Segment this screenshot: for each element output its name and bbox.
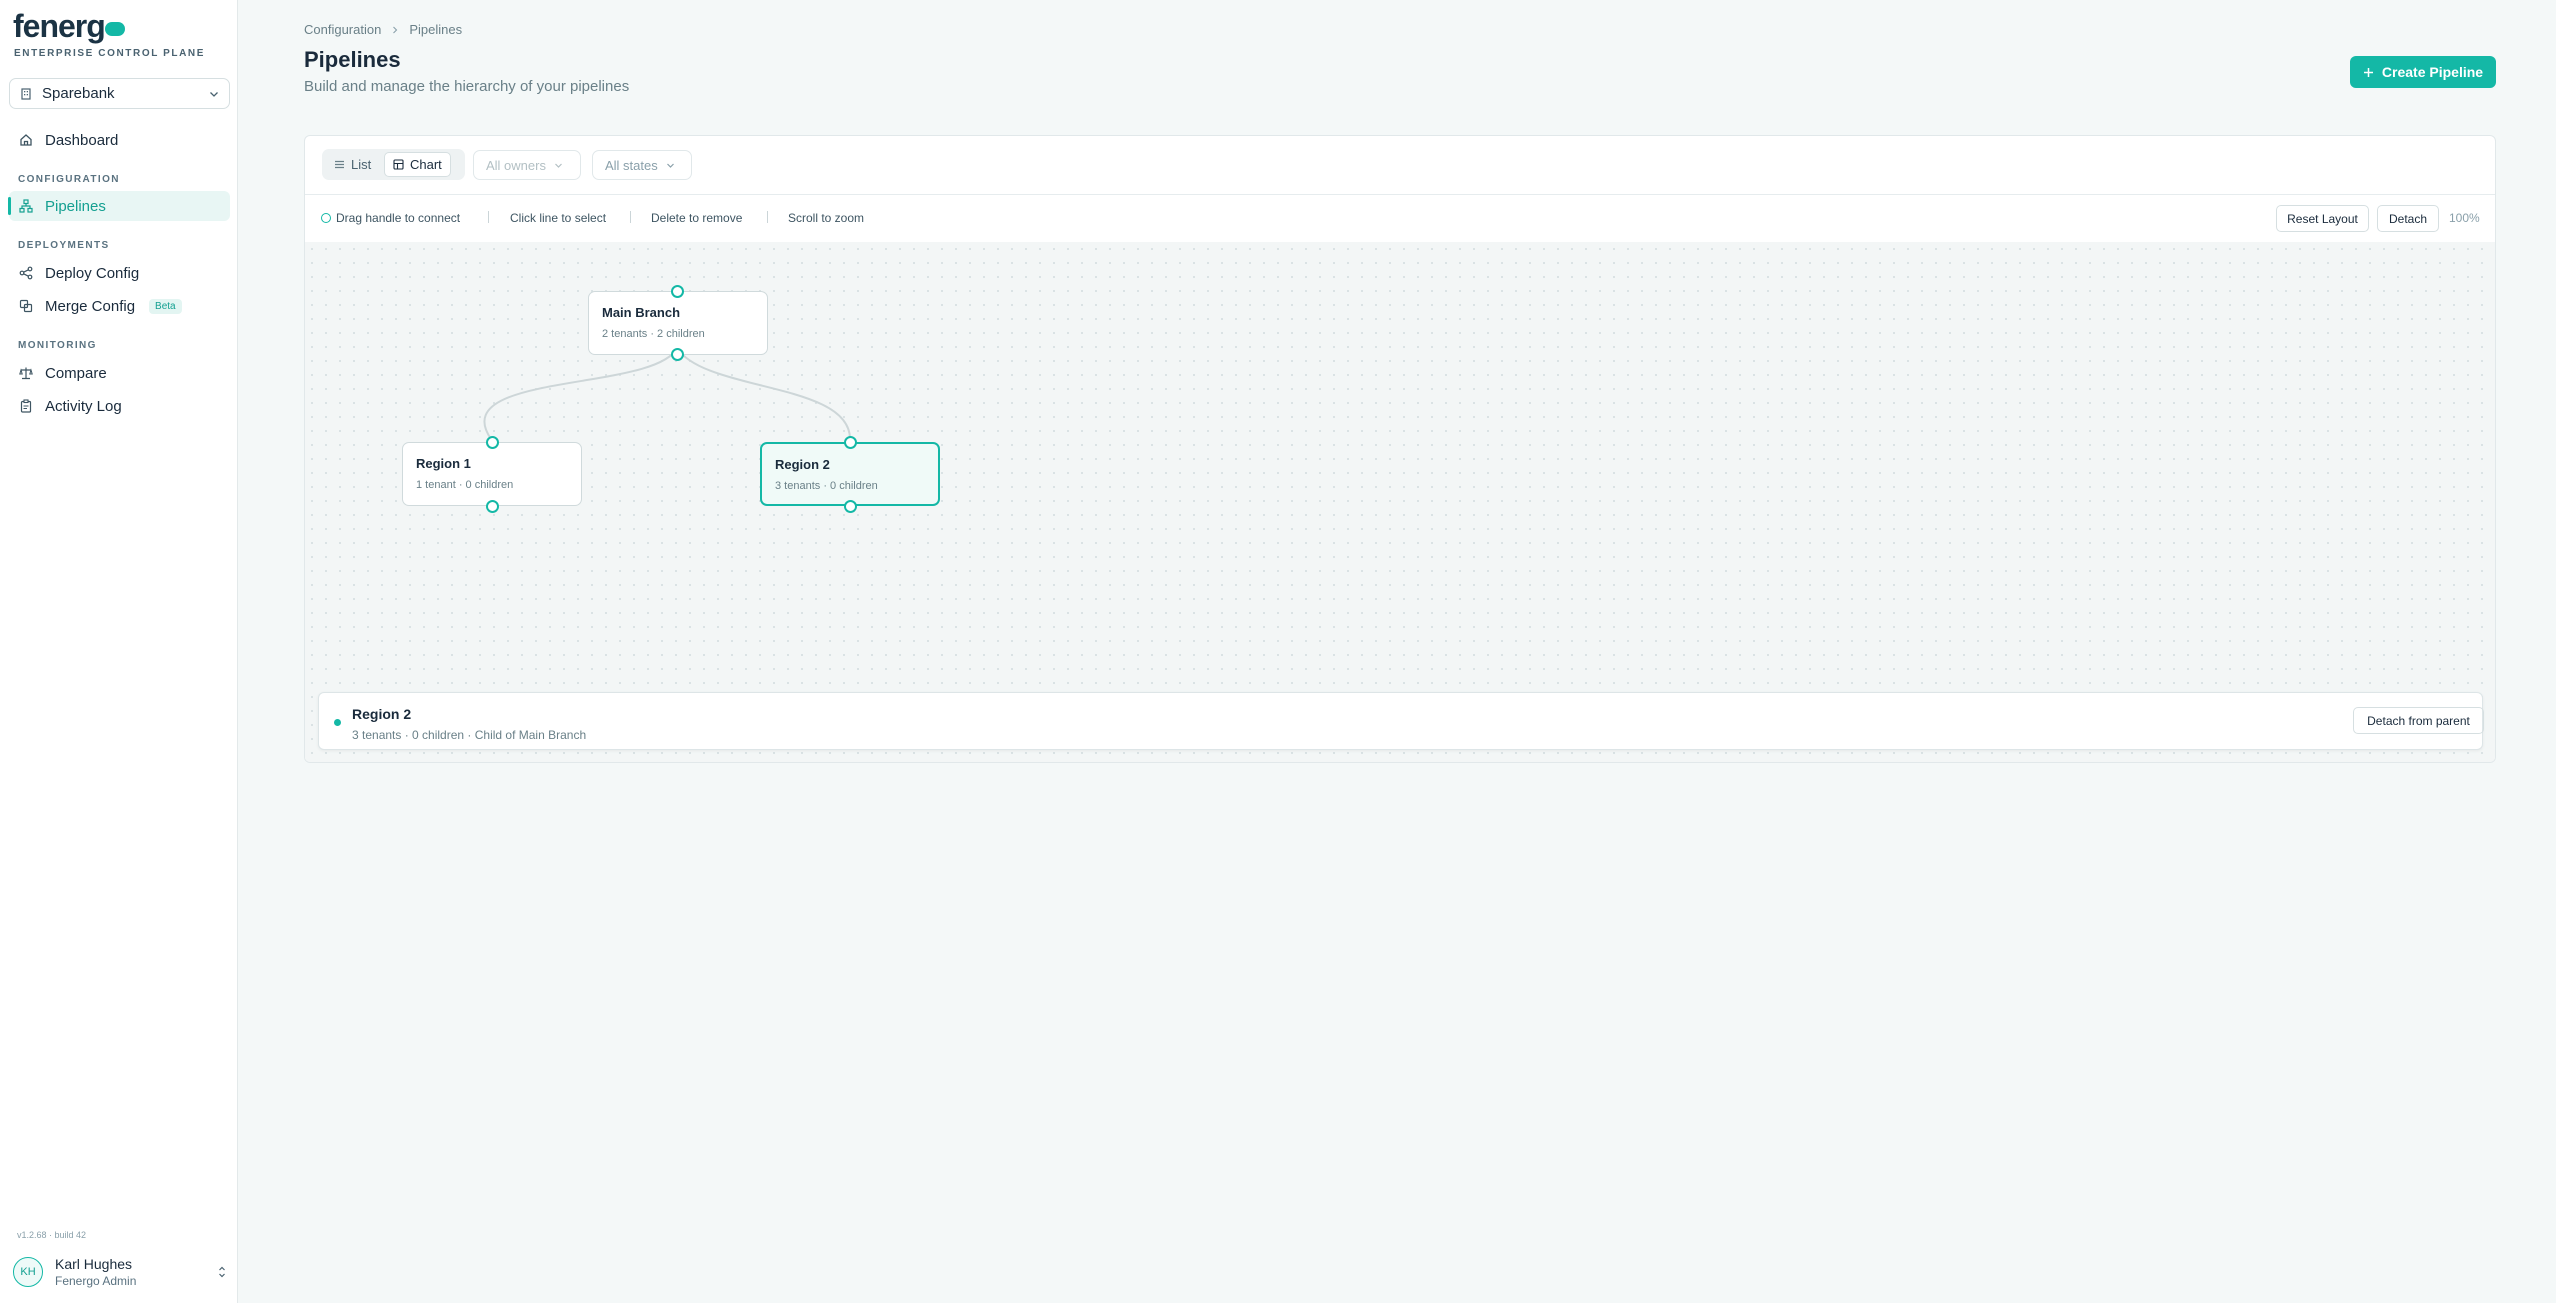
selection-subtitle: 3 tenants · 0 children · Child of Main B… <box>352 728 587 742</box>
plus-icon <box>2363 67 2373 77</box>
breadcrumb-configuration[interactable]: Configuration <box>304 22 381 37</box>
create-pipeline-button[interactable]: Create Pipeline <box>2350 56 2496 88</box>
share-nodes-icon <box>19 266 33 280</box>
node-title: Main Branch <box>602 305 681 320</box>
breadcrumb-pipelines: Pipelines <box>409 22 463 37</box>
avatar: KH <box>13 1257 43 1287</box>
nav-section-configuration: CONFIGURATION <box>18 174 120 185</box>
chevron-down-icon <box>666 163 674 168</box>
node-title: Region 2 <box>775 457 830 472</box>
states-filter-value: All states <box>605 157 658 173</box>
nav-section-monitoring: MONITORING <box>18 340 97 351</box>
chevron-right-icon <box>393 26 398 33</box>
list-icon <box>335 160 344 169</box>
node-handle-in[interactable] <box>844 436 857 449</box>
version-label: v1.2.68 · build 42 <box>17 1230 87 1240</box>
sidebar-item-pipelines[interactable]: Pipelines <box>8 191 230 221</box>
view-list-label: List <box>351 157 372 172</box>
sidebar: fenerg ENTERPRISE CONTROL PLANE Spareban… <box>0 0 238 1303</box>
node-handle-in[interactable] <box>671 285 684 298</box>
pipeline-node-region-1[interactable]: Region 1 1 tenant · 0 children <box>402 442 582 506</box>
sidebar-item-label: Deploy Config <box>45 264 140 282</box>
sidebar-item-deploy-config[interactable]: Deploy Config <box>9 258 230 288</box>
home-icon <box>20 134 32 146</box>
node-subtitle: 1 tenant · 0 children <box>416 479 514 491</box>
selection-details-panel: Region 2 3 tenants · 0 children · Child … <box>318 692 2484 750</box>
pipeline-node-main-branch[interactable]: Main Branch 2 tenants · 2 children <box>588 291 768 355</box>
edge-main-r1[interactable] <box>483 347 678 440</box>
zoom-level: 100% <box>2449 211 2480 225</box>
view-list-button[interactable]: List <box>326 152 379 177</box>
chevron-down-icon <box>210 91 218 97</box>
reset-layout-button[interactable]: Reset Layout <box>2276 205 2369 232</box>
node-handle-in[interactable] <box>486 436 499 449</box>
logo-mark <box>104 21 125 36</box>
sidebar-item-label: Merge Config <box>45 297 136 315</box>
detach-from-parent-button[interactable]: Detach from parent <box>2353 707 2484 734</box>
chevron-up-down-icon <box>219 1266 225 1278</box>
org-selector[interactable]: Sparebank <box>9 78 230 109</box>
user-name: Karl Hughes <box>55 1256 133 1272</box>
pipeline-canvas[interactable]: Main Branch 2 tenants · 2 children Regio… <box>305 242 2495 762</box>
logo-tagline: ENTERPRISE CONTROL PLANE <box>14 48 206 59</box>
user-role: Fenergo Admin <box>55 1274 137 1288</box>
create-pipeline-label: Create Pipeline <box>2381 64 2484 80</box>
fenergo-logo[interactable]: fenerg <box>13 8 125 45</box>
sidebar-item-label: Activity Log <box>45 397 122 415</box>
sidebar-item-label: Compare <box>45 364 107 382</box>
edge-main-r2[interactable] <box>676 347 851 440</box>
sidebar-item-merge-config[interactable]: Merge Config Beta <box>9 291 230 321</box>
breadcrumb: Configuration Pipelines <box>304 22 462 37</box>
page-subtitle: Build and manage the hierarchy of your p… <box>304 78 630 95</box>
chart-tree-icon <box>393 159 404 170</box>
pipelines-card: List Chart All owners All states Drag ha… <box>304 135 2496 763</box>
node-title: Region 1 <box>416 456 471 471</box>
view-chart-button[interactable]: Chart <box>384 152 451 177</box>
owners-filter[interactable]: All owners <box>473 150 581 180</box>
user-menu[interactable]: KH Karl Hughes Fenergo Admin <box>13 1252 231 1292</box>
chart-hint-bar: Drag handle to connect Click line to sel… <box>305 194 2495 243</box>
status-dot <box>334 719 341 726</box>
logo-text: fenerg <box>13 8 106 44</box>
states-filter[interactable]: All states <box>592 150 692 180</box>
page-title: Pipelines <box>304 47 401 72</box>
hint-scroll-zoom: Scroll to zoom <box>788 211 865 225</box>
org-selector-value: Sparebank <box>42 85 115 102</box>
beta-badge: Beta <box>149 298 182 314</box>
node-handle-out[interactable] <box>671 348 684 361</box>
node-handle-out[interactable] <box>486 500 499 513</box>
sidebar-item-compare[interactable]: Compare <box>9 358 230 388</box>
view-toggle: List Chart <box>322 149 465 180</box>
card-toolbar: List Chart All owners All states <box>305 136 2495 195</box>
chevron-down-icon <box>555 163 562 168</box>
sidebar-item-dashboard[interactable]: Dashboard <box>9 125 230 155</box>
nav-section-deployments: DEPLOYMENTS <box>18 240 110 251</box>
scale-icon <box>19 367 33 380</box>
hint-drag-handle: Drag handle to connect <box>321 211 460 225</box>
node-subtitle: 3 tenants · 0 children <box>775 480 878 492</box>
pipeline-tree-icon <box>19 199 33 213</box>
view-chart-label: Chart <box>410 157 442 172</box>
sidebar-item-label: Pipelines <box>45 197 106 215</box>
copy-merge-icon <box>19 299 33 313</box>
hint-delete: Delete to remove <box>651 211 743 225</box>
hint-click-line: Click line to select <box>510 211 607 225</box>
pipeline-node-region-2[interactable]: Region 2 3 tenants · 0 children <box>760 442 940 506</box>
selection-title: Region 2 <box>352 706 412 722</box>
building-icon <box>21 87 31 100</box>
node-handle-out[interactable] <box>844 500 857 513</box>
handle-icon <box>321 213 331 223</box>
clipboard-icon <box>20 399 32 413</box>
detach-button[interactable]: Detach <box>2377 205 2439 232</box>
node-subtitle: 2 tenants · 2 children <box>602 328 705 340</box>
sidebar-item-activity-log[interactable]: Activity Log <box>9 391 230 421</box>
owners-filter-value: All owners <box>486 157 546 173</box>
sidebar-item-label: Dashboard <box>45 131 119 149</box>
